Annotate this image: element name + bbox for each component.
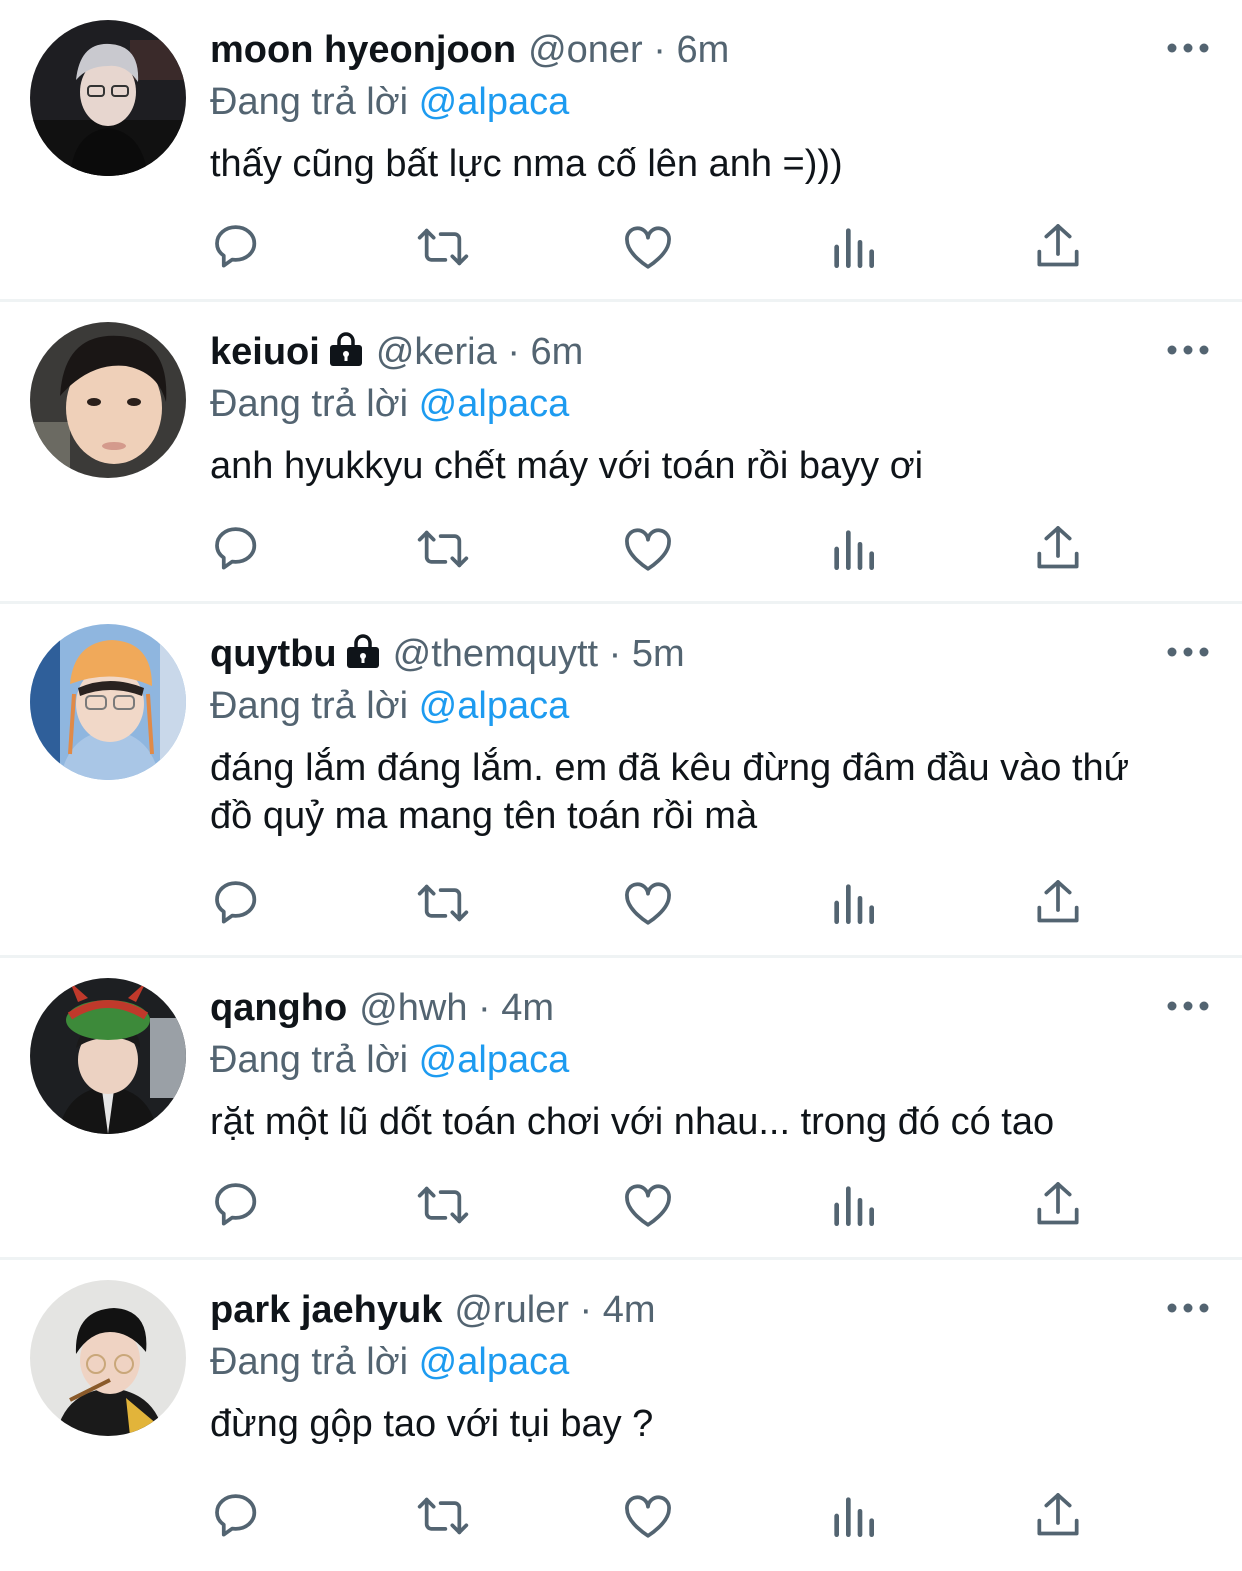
separator-dot: · <box>568 1289 603 1331</box>
tweet-time[interactable]: 5m <box>632 633 685 675</box>
tweet[interactable]: keiuoi @keria · 6m Đang trả lời @alpaca a… <box>0 302 1242 604</box>
tweet-content: qangho @hwh · 4m Đang trả lời @alpaca rặt… <box>210 982 1152 1146</box>
user-handle[interactable]: @themquytt <box>393 633 598 675</box>
tweet-text: rặt một lũ dốt toán chơi với nhau... tro… <box>210 1101 1055 1143</box>
tweet[interactable]: quytbu @themquytt · 5m Đang trả lời @alpa… <box>0 604 1242 958</box>
tweet-actions <box>210 1488 1090 1544</box>
tweet[interactable]: moon hyeonjoon @oner · 6m Đang trả lời @a… <box>0 0 1242 302</box>
separator-dot: · <box>467 987 502 1029</box>
separator-dot: · <box>496 331 531 373</box>
user-handle[interactable]: @hwh <box>359 987 467 1029</box>
reply-icon[interactable] <box>210 219 266 275</box>
more-icon[interactable] <box>1166 996 1210 1016</box>
views-icon[interactable] <box>825 1177 881 1233</box>
tweet-text: anh hyukkyu chết máy với toán rồi bayy ơ… <box>210 445 924 487</box>
reply-mention[interactable]: @alpaca <box>419 81 570 123</box>
reply-icon[interactable] <box>210 521 266 577</box>
tweet-content: keiuoi @keria · 6m Đang trả lời @alpaca a… <box>210 326 1152 490</box>
reply-context: Đang trả lời @alpaca <box>210 1336 1152 1388</box>
retweet-icon[interactable] <box>415 1488 471 1544</box>
avatar[interactable] <box>30 978 186 1134</box>
share-icon[interactable] <box>1030 1177 1086 1233</box>
like-icon[interactable] <box>620 521 676 577</box>
tweet-header: qangho @hwh · 4m <box>210 982 1152 1034</box>
like-icon[interactable] <box>620 1488 676 1544</box>
reply-prefix: Đang trả lời <box>210 1039 409 1081</box>
avatar[interactable] <box>30 322 186 478</box>
tweet-content: quytbu @themquytt · 5m Đang trả lời @alpa… <box>210 628 1152 840</box>
display-name[interactable]: quytbu <box>210 633 337 675</box>
tweet-feed: moon hyeonjoon @oner · 6m Đang trả lời @a… <box>0 0 1242 1568</box>
reply-mention[interactable]: @alpaca <box>419 685 570 727</box>
more-icon[interactable] <box>1166 340 1210 360</box>
tweet-content: moon hyeonjoon @oner · 6m Đang trả lời @a… <box>210 24 1152 188</box>
tweet-actions <box>210 219 1090 275</box>
tweet-actions <box>210 521 1090 577</box>
lock-icon <box>328 330 364 368</box>
tweet-time[interactable]: 4m <box>603 1289 656 1331</box>
reply-prefix: Đang trả lời <box>210 685 409 727</box>
reply-icon[interactable] <box>210 875 266 931</box>
tweet-header: quytbu @themquytt · 5m <box>210 628 1152 680</box>
tweet-header: keiuoi @keria · 6m <box>210 326 1152 378</box>
reply-mention[interactable]: @alpaca <box>419 1039 570 1081</box>
tweet-header: moon hyeonjoon @oner · 6m <box>210 24 1152 76</box>
more-icon[interactable] <box>1166 1298 1210 1318</box>
views-icon[interactable] <box>825 219 881 275</box>
share-icon[interactable] <box>1030 1488 1086 1544</box>
reply-context: Đang trả lời @alpaca <box>210 680 1152 732</box>
reply-mention[interactable]: @alpaca <box>419 383 570 425</box>
user-handle[interactable]: @oner <box>528 29 643 71</box>
reply-prefix: Đang trả lời <box>210 1341 409 1383</box>
like-icon[interactable] <box>620 219 676 275</box>
retweet-icon[interactable] <box>415 521 471 577</box>
share-icon[interactable] <box>1030 875 1086 931</box>
avatar[interactable] <box>30 624 186 780</box>
tweet[interactable]: qangho @hwh · 4m Đang trả lời @alpaca rặt… <box>0 958 1242 1260</box>
tweet-content: park jaehyuk @ruler · 4m Đang trả lời @al… <box>210 1284 1152 1448</box>
views-icon[interactable] <box>825 875 881 931</box>
user-handle[interactable]: @ruler <box>454 1289 569 1331</box>
reply-context: Đang trả lời @alpaca <box>210 76 1152 128</box>
retweet-icon[interactable] <box>415 1177 471 1233</box>
more-icon[interactable] <box>1166 642 1210 662</box>
tweet-header: park jaehyuk @ruler · 4m <box>210 1284 1152 1336</box>
reply-context: Đang trả lời @alpaca <box>210 1034 1152 1086</box>
display-name[interactable]: park jaehyuk <box>210 1289 442 1331</box>
reply-mention[interactable]: @alpaca <box>419 1341 570 1383</box>
display-name[interactable]: qangho <box>210 987 347 1029</box>
avatar[interactable] <box>30 1280 186 1436</box>
display-name[interactable]: keiuoi <box>210 331 320 373</box>
tweet-text: thấy cũng bất lực nma cố lên anh =))) <box>210 143 843 185</box>
reply-icon[interactable] <box>210 1488 266 1544</box>
tweet-actions <box>210 1177 1090 1233</box>
separator-dot: · <box>642 29 677 71</box>
tweet-text: đừng gộp tao với tụi bay ? <box>210 1403 654 1445</box>
reply-prefix: Đang trả lời <box>210 383 409 425</box>
more-icon[interactable] <box>1166 38 1210 58</box>
like-icon[interactable] <box>620 1177 676 1233</box>
retweet-icon[interactable] <box>415 219 471 275</box>
views-icon[interactable] <box>825 521 881 577</box>
share-icon[interactable] <box>1030 219 1086 275</box>
tweet-time[interactable]: 4m <box>501 987 554 1029</box>
share-icon[interactable] <box>1030 521 1086 577</box>
like-icon[interactable] <box>620 875 676 931</box>
tweet-actions <box>210 875 1090 931</box>
lock-icon <box>345 632 381 670</box>
reply-icon[interactable] <box>210 1177 266 1233</box>
reply-prefix: Đang trả lời <box>210 81 409 123</box>
avatar[interactable] <box>30 20 186 176</box>
retweet-icon[interactable] <box>415 875 471 931</box>
reply-context: Đang trả lời @alpaca <box>210 378 1152 430</box>
tweet-time[interactable]: 6m <box>677 29 730 71</box>
user-handle[interactable]: @keria <box>376 331 497 373</box>
separator-dot: · <box>598 633 632 675</box>
tweet[interactable]: park jaehyuk @ruler · 4m Đang trả lời @al… <box>0 1260 1242 1568</box>
display-name[interactable]: moon hyeonjoon <box>210 29 516 71</box>
tweet-time[interactable]: 6m <box>531 331 584 373</box>
tweet-text: đáng lắm đáng lắm. em đã kêu đừng đâm đầ… <box>210 747 1130 837</box>
views-icon[interactable] <box>825 1488 881 1544</box>
